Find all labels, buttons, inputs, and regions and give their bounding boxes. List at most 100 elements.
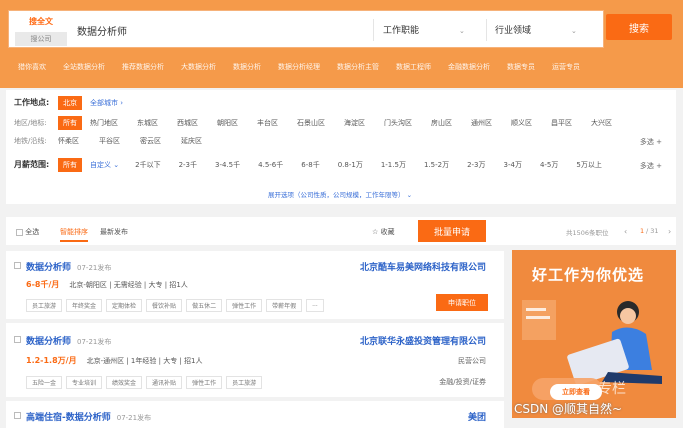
divider	[486, 19, 487, 41]
ad-banner[interactable]: 好工作为你优选 立即查看	[512, 250, 676, 418]
job-title[interactable]: 高端住宿-数据分析师	[26, 413, 111, 423]
salary-value: 6-8千/月	[26, 280, 60, 289]
job-card[interactable]: 数据分析师 07-21发布 北京酷车易美网络科技有限公司 6-8千/月 北京-朝阳区…	[6, 251, 504, 319]
all-cities-link[interactable]: 全部城市	[90, 98, 118, 108]
filter-option[interactable]: 0.8-1万	[338, 160, 363, 170]
filter-option[interactable]: 密云区	[140, 136, 161, 146]
filter-option[interactable]: 海淀区	[344, 118, 365, 128]
salary-value: 1.2-1.8万/月	[26, 356, 77, 365]
job-card[interactable]: 高端住宿-数据分析师 07-21发布 美团	[6, 401, 504, 428]
filter-option[interactable]: 东城区	[137, 118, 158, 128]
filter-option[interactable]: 1-1.5万	[381, 160, 406, 170]
company-name[interactable]: 美团	[468, 410, 486, 423]
filter-option[interactable]: 2-3千	[179, 160, 197, 170]
plus-icon: +	[656, 138, 662, 146]
tab-full-text[interactable]: 搜全文	[11, 13, 71, 30]
category-link[interactable]: 金融数据分析	[448, 62, 490, 72]
custom-salary-dropdown[interactable]: 自定义 ⌄	[90, 160, 119, 170]
salary-all-chip[interactable]: 所有	[58, 157, 82, 172]
category-link[interactable]: 数据工程师	[396, 62, 431, 72]
filter-option[interactable]: 2-3万	[467, 160, 485, 170]
filter-option[interactable]: 朝阳区	[217, 118, 238, 128]
decor-doc	[522, 300, 556, 340]
job-title-row: 数据分析师 07-21发布	[26, 334, 111, 347]
expand-options-label: 展开选项（公司性质，公司规模，工作年限等）	[268, 191, 405, 199]
job-checkbox[interactable]	[14, 412, 21, 419]
job-card[interactable]: 数据分析师 07-21发布 北京联华永盛投资管理有限公司 1.2-1.8万/月 北京…	[6, 323, 504, 397]
ad-cta-button[interactable]: 立即查看	[550, 384, 602, 400]
sort-smart-tab[interactable]: 智能排序	[60, 227, 88, 242]
expand-options-link[interactable]: 展开选项（公司性质，公司规模，工作年限等） ⌄	[268, 189, 412, 199]
district-row-2: 地铁/沿线: 怀柔区 平谷区 密云区 延庆区	[14, 134, 222, 147]
filter-option[interactable]: 房山区	[431, 118, 452, 128]
sort-newest-tab[interactable]: 最新发布	[100, 227, 128, 237]
function-dropdown[interactable]: 工作职能 ⌄	[383, 23, 465, 36]
filter-option[interactable]: 4-5万	[540, 160, 558, 170]
category-link[interactable]: 数据分析主管	[337, 62, 379, 72]
tab-company[interactable]: 搜公司	[15, 32, 67, 46]
category-link[interactable]: 大数据分析	[181, 62, 216, 72]
star-icon: ☆	[372, 228, 379, 236]
multi-select-label: 多选	[639, 162, 654, 170]
multi-select-button-salary[interactable]: 多选 +	[640, 161, 662, 171]
filter-option[interactable]: 5万以上	[576, 160, 601, 170]
job-checkbox[interactable]	[14, 262, 21, 269]
apply-button[interactable]: 申请职位	[436, 294, 488, 311]
job-checkbox[interactable]	[14, 336, 21, 343]
benefit-tag: 通讯补贴	[146, 376, 183, 389]
filter-option[interactable]: 1.5-2万	[424, 160, 449, 170]
company-name[interactable]: 北京联华永盛投资管理有限公司	[360, 334, 486, 347]
search-box: 搜全文 搜公司 数据分析师 工作职能 ⌄ 行业领域 ⌄	[8, 10, 604, 48]
filter-option[interactable]: 大兴区	[591, 118, 612, 128]
filter-option[interactable]: 4.5-6千	[258, 160, 283, 170]
company-name[interactable]: 北京酷车易美网络科技有限公司	[360, 260, 486, 273]
category-link[interactable]: 数据分析经理	[278, 62, 320, 72]
filter-option[interactable]: 西城区	[177, 118, 198, 128]
filter-option[interactable]: 延庆区	[181, 136, 202, 146]
filter-option[interactable]: 石景山区	[297, 118, 325, 128]
job-title[interactable]: 数据分析师	[26, 263, 71, 273]
salary-row: 6-8千/月 北京-朝阳区 | 无需经验 | 大专 | 招1人	[26, 279, 188, 290]
category-link[interactable]: 推荐数据分析	[122, 62, 164, 72]
filter-option[interactable]: 平谷区	[99, 136, 120, 146]
filter-option[interactable]: 通州区	[471, 118, 492, 128]
chevron-down-icon: ⌄	[113, 160, 120, 169]
filter-option[interactable]: 顺义区	[511, 118, 532, 128]
filter-option[interactable]: 门头沟区	[384, 118, 412, 128]
favorite-button[interactable]: ☆ 收藏	[372, 227, 395, 237]
filter-option[interactable]: 3-4万	[504, 160, 522, 170]
filter-option[interactable]: 丰台区	[257, 118, 278, 128]
filter-option[interactable]: 2千以下	[135, 160, 160, 170]
benefit-tag: 专业培训	[66, 376, 103, 389]
benefit-tag: ...	[306, 299, 324, 312]
industry-dropdown[interactable]: 行业领域 ⌄	[495, 23, 577, 36]
search-input[interactable]: 数据分析师	[77, 23, 127, 38]
filter-option[interactable]: 3-4.5千	[215, 160, 240, 170]
decor-line	[526, 308, 546, 311]
batch-apply-button[interactable]: 批量申请	[418, 220, 486, 242]
job-title-row: 高端住宿-数据分析师 07-21发布	[26, 410, 151, 423]
category-link[interactable]: 猎你喜欢	[18, 62, 46, 72]
multi-select-button[interactable]: 多选 +	[640, 137, 662, 147]
job-title[interactable]: 数据分析师	[26, 337, 71, 347]
district-all-chip[interactable]: 所有	[58, 115, 82, 130]
category-link[interactable]: 数据分析	[233, 62, 261, 72]
category-link[interactable]: 全站数据分析	[63, 62, 105, 72]
search-button[interactable]: 搜索	[606, 14, 672, 40]
filter-option[interactable]: 怀柔区	[58, 136, 79, 146]
function-dropdown-label: 工作职能	[383, 26, 420, 36]
filter-option[interactable]: 昌平区	[551, 118, 572, 128]
category-link[interactable]: 运营专员	[552, 62, 580, 72]
district-row: 地区/地标: 所有 热门地区 东城区 西城区 朝阳区 丰台区 石景山区 海淀区 门头沟区 房山区…	[14, 115, 631, 130]
filter-option[interactable]: 热门地区	[90, 118, 118, 128]
prev-page-button[interactable]: ‹	[624, 227, 627, 236]
location-row: 工作地点: 北京 全部城市 ›	[14, 95, 123, 110]
watermark: CSDN @顺其自然~	[514, 402, 623, 416]
city-chip[interactable]: 北京	[58, 95, 82, 110]
category-link[interactable]: 数据专员	[507, 62, 535, 72]
filter-option[interactable]: 6-8千	[301, 160, 319, 170]
benefit-tags: 五险一金 专业培训 绩效奖金 通讯补贴 弹性工作 员工旅游	[26, 376, 266, 389]
next-page-button[interactable]: ›	[668, 227, 671, 236]
select-all-checkbox[interactable]: 全选	[16, 227, 39, 237]
job-date: 07-21发布	[77, 338, 112, 346]
